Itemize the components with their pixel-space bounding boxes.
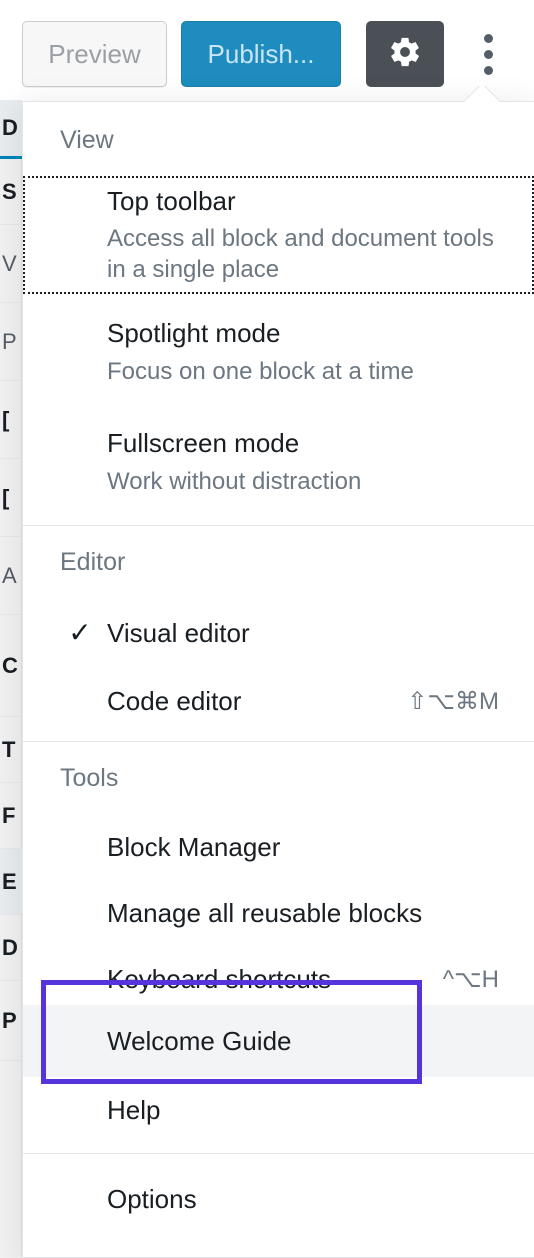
bg-row: [ xyxy=(0,459,22,537)
bg-row: F xyxy=(0,783,22,849)
background-document-outline: D S V P [ [ A C T F E D P xyxy=(0,100,22,1258)
gear-icon xyxy=(388,35,422,74)
menu-item-manage-reusable-blocks[interactable]: Manage all reusable blocks xyxy=(23,880,534,946)
menu-divider xyxy=(23,525,534,526)
three-dots-vertical-icon xyxy=(483,65,493,75)
bg-row-text: C xyxy=(2,652,18,678)
menu-item-welcome-guide[interactable]: Welcome Guide xyxy=(23,1005,534,1077)
menu-item-block-manager[interactable]: Block Manager xyxy=(23,814,534,880)
bg-row-text: P xyxy=(2,1007,17,1033)
menu-item-title: Top toolbar xyxy=(107,185,236,216)
menu-item-keyboard-shortcuts[interactable]: Keyboard shortcuts ^⌥H xyxy=(23,946,534,1012)
bg-row-text: D xyxy=(2,114,18,140)
menu-item-title: Manage all reusable blocks xyxy=(107,897,423,928)
menu-item-help[interactable]: Help xyxy=(23,1077,534,1143)
menu-item-title: Visual editor xyxy=(107,617,250,648)
editor-toolbar: Preview Publish... xyxy=(0,0,534,100)
bg-row: E xyxy=(0,849,22,915)
bg-row-text: E xyxy=(2,868,17,894)
menu-group-label-editor: Editor xyxy=(60,547,126,576)
bg-row-text: [ xyxy=(2,484,10,510)
menu-group-label-tools: Tools xyxy=(60,763,119,792)
bg-row: V xyxy=(0,225,22,303)
menu-item-top-toolbar[interactable]: Top toolbar Access all block and documen… xyxy=(23,176,534,294)
menu-item-shortcut: ^⌥H xyxy=(442,965,499,993)
menu-item-visual-editor[interactable]: ✓ Visual editor xyxy=(23,600,534,666)
menu-item-fullscreen-mode[interactable]: Fullscreen mode Work without distraction xyxy=(23,412,534,512)
menu-item-description: Access all block and document tools in a… xyxy=(107,225,494,284)
menu-item-title: Spotlight mode xyxy=(107,318,281,349)
bg-row: S xyxy=(0,159,22,225)
bg-row-text: T xyxy=(2,736,16,762)
bg-row: A xyxy=(0,537,22,615)
bg-row: P xyxy=(0,981,22,1061)
menu-divider xyxy=(23,741,534,742)
bg-row-text: P xyxy=(2,328,17,354)
menu-item-description: Work without distraction xyxy=(107,467,362,495)
menu-group-label-view: View xyxy=(60,125,114,154)
checkmark-icon: ✓ xyxy=(68,617,92,648)
dropdown-caret xyxy=(465,86,509,102)
preview-button[interactable]: Preview xyxy=(22,21,167,87)
three-dots-vertical-icon xyxy=(483,33,493,43)
bg-row: D xyxy=(0,100,22,156)
menu-item-title: Block Manager xyxy=(107,831,281,862)
bg-row-text: [ xyxy=(2,406,10,432)
bg-row-text: F xyxy=(2,802,16,828)
menu-item-spotlight-mode[interactable]: Spotlight mode Focus on one block at a t… xyxy=(23,302,534,402)
menu-item-description: Focus on one block at a time xyxy=(107,357,414,385)
menu-item-title: Help xyxy=(107,1094,161,1125)
menu-item-title: Keyboard shortcuts xyxy=(107,963,332,994)
menu-item-title: Fullscreen mode xyxy=(107,428,300,459)
bg-row: C xyxy=(0,615,22,717)
bg-row-text: A xyxy=(2,562,17,588)
menu-item-title: Code editor xyxy=(107,685,242,716)
publish-button-label: Publish... xyxy=(207,38,315,69)
menu-item-title: Options xyxy=(107,1183,197,1214)
publish-button[interactable]: Publish... xyxy=(181,21,341,87)
more-options-button[interactable] xyxy=(466,21,510,87)
three-dots-vertical-icon xyxy=(483,49,493,59)
bg-row: [ xyxy=(0,381,22,459)
bg-row-text: S xyxy=(2,178,17,204)
bg-row: D xyxy=(0,915,22,981)
menu-item-options[interactable]: Options xyxy=(23,1166,534,1232)
bg-row-text: V xyxy=(2,250,17,276)
bg-row: T xyxy=(0,717,22,783)
bg-row: P xyxy=(0,303,22,381)
menu-item-title: Welcome Guide xyxy=(107,1025,292,1056)
menu-item-shortcut: ⇧⌥⌘M xyxy=(407,687,499,715)
bg-row-text: D xyxy=(2,934,18,960)
settings-button[interactable] xyxy=(366,21,444,87)
preview-button-label: Preview xyxy=(48,38,141,69)
menu-divider xyxy=(23,1153,534,1154)
more-options-dropdown-menu: View Top toolbar Access all block and do… xyxy=(22,101,534,1258)
menu-item-code-editor[interactable]: Code editor ⇧⌥⌘M xyxy=(23,668,534,734)
